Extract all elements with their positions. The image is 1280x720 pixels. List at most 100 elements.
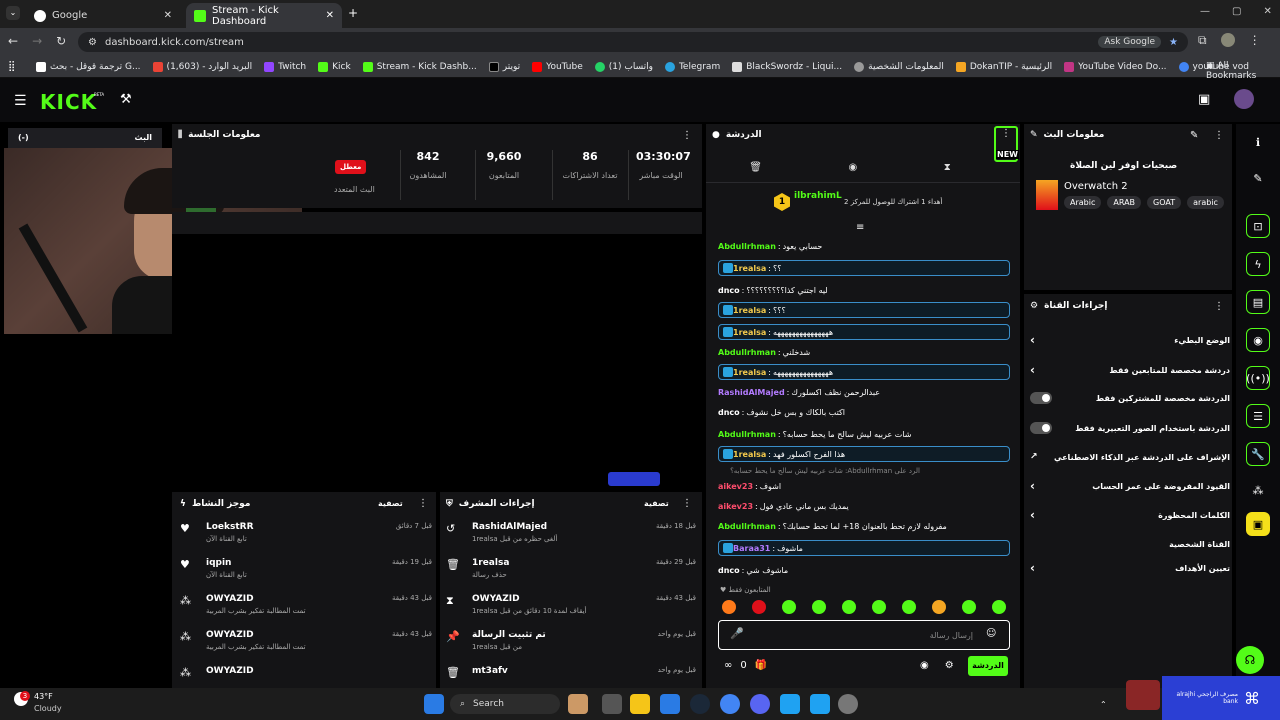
chat-username[interactable]: 1realsa <box>733 368 766 377</box>
chat-username[interactable]: RashidAlMajed <box>718 388 785 397</box>
chat-username[interactable]: Abdullrhman <box>718 522 776 531</box>
multistream-status-badge[interactable]: معطل <box>335 160 367 174</box>
document-icon[interactable]: ▤ <box>1246 290 1270 314</box>
bank-ad-banner[interactable]: مصرف الراجحي alrajhi bank ⌘ <box>1162 676 1280 720</box>
bookmark-item[interactable]: تويتر <box>488 61 520 72</box>
info-icon[interactable]: ℹ <box>1246 130 1270 154</box>
mod-menu-icon[interactable]: ⋮ <box>682 498 692 509</box>
chat-username[interactable]: Abdullrhman <box>718 430 776 439</box>
chat-input[interactable]: إرسال رسالة <box>718 620 1010 650</box>
row-name[interactable]: OWYAZID <box>206 630 392 640</box>
bookmark-item[interactable]: المعلومات الشخصية <box>854 61 944 72</box>
emote-icon[interactable] <box>722 600 736 614</box>
apps-icon[interactable]: ⣿ <box>8 61 15 72</box>
emoji-picker-icon[interactable]: ☺ <box>986 628 996 639</box>
hammer-icon[interactable]: ⚒ <box>120 92 132 107</box>
tab-kick-dashboard[interactable]: Stream - Kick Dashboard ✕ <box>186 3 342 28</box>
channel-action-row[interactable]: تعيين الأهداف › <box>1030 554 1230 582</box>
steam-icon[interactable] <box>690 694 710 714</box>
row-name[interactable]: iqpin <box>206 558 392 568</box>
site-info-icon[interactable]: ⚙ <box>88 37 97 48</box>
reload-icon[interactable]: ↻ <box>56 34 66 48</box>
emote-icon[interactable] <box>812 600 826 614</box>
chevron-right-icon[interactable]: › <box>1030 508 1035 522</box>
chat-username[interactable]: aikev23 <box>718 482 753 491</box>
maximize-icon[interactable]: ▢ <box>1232 6 1241 17</box>
chat-username[interactable]: aikev23 <box>718 502 753 511</box>
activity-menu-icon[interactable]: ⋮ <box>418 498 428 509</box>
expand-pinned-icon[interactable]: ≡ <box>856 222 864 233</box>
chevron-right-icon[interactable]: › <box>1030 561 1035 575</box>
windows-start-icon[interactable] <box>424 694 444 714</box>
pinned-username[interactable]: ilbrahimL <box>794 191 842 201</box>
lightning-icon[interactable]: ϟ <box>1246 252 1270 276</box>
bookmark-item[interactable]: YouTube <box>532 61 583 72</box>
sticker-icon[interactable]: ▣ <box>1246 512 1270 536</box>
emote-icon[interactable] <box>872 600 886 614</box>
emote-icon[interactable] <box>932 600 946 614</box>
toggle-switch[interactable] <box>1030 392 1052 404</box>
close-icon[interactable]: ✕ <box>164 10 172 21</box>
send-chat-button[interactable]: الدردشة <box>968 656 1008 676</box>
menu-icon[interactable]: ⋮ <box>1249 33 1261 48</box>
hourglass-icon[interactable]: ⧗ <box>944 162 951 173</box>
external-link-icon[interactable]: ↗ <box>1030 452 1038 462</box>
toggle-switch[interactable] <box>1030 422 1052 434</box>
taskbar-app-icon[interactable] <box>810 694 830 714</box>
forward-icon[interactable]: → <box>32 34 42 48</box>
chat-icon[interactable]: ◉ <box>848 162 857 173</box>
minimize-icon[interactable]: — <box>1200 6 1210 17</box>
layers-icon[interactable]: ☰ <box>1246 404 1270 428</box>
emote-icon[interactable] <box>992 600 1006 614</box>
taskbar-app-icon[interactable] <box>780 694 800 714</box>
bookmark-item[interactable]: Telegram <box>664 61 720 72</box>
row-name[interactable]: OWYAZID <box>206 594 392 604</box>
chat-username[interactable]: 1realsa <box>733 328 766 337</box>
extensions-icon[interactable]: ⧉ <box>1198 33 1207 48</box>
broadcast-icon[interactable]: ((•)) <box>1246 366 1270 390</box>
emote-icon[interactable] <box>962 600 976 614</box>
back-icon[interactable]: ← <box>8 34 18 48</box>
gift-icon[interactable]: 🎁 <box>755 660 767 671</box>
chrome-icon[interactable] <box>720 694 740 714</box>
chat-username[interactable]: dnco <box>718 286 740 295</box>
camera-scan-icon[interactable]: ⊡ <box>1246 214 1270 238</box>
chevron-right-icon[interactable]: › <box>1030 479 1035 493</box>
wrench-icon[interactable]: 🔧 <box>1246 442 1270 466</box>
chevron-right-icon[interactable]: › <box>1030 333 1035 347</box>
store-icon[interactable] <box>660 694 680 714</box>
taskbar-app-icon[interactable] <box>568 694 588 714</box>
emote-icon[interactable] <box>902 600 916 614</box>
taskbar-search[interactable]: ⌕ Search <box>450 694 560 714</box>
bookmark-star-icon[interactable]: ★ <box>1169 37 1178 48</box>
chat-username[interactable]: 1realsa <box>733 450 766 459</box>
microphone-icon[interactable]: 🎤 <box>730 627 744 640</box>
channel-action-row[interactable]: الوضع البطيء › <box>1030 326 1230 354</box>
bookmark-item[interactable]: DokanTIP - الرئيسية <box>955 61 1052 72</box>
camera-icon[interactable]: ▣ <box>1198 92 1210 107</box>
activity-filter-button[interactable]: تصفية <box>378 499 403 508</box>
channel-actions-menu-icon[interactable]: ⋮ <box>1214 301 1224 312</box>
bookmark-item[interactable]: YouTube Video Do... <box>1064 61 1167 72</box>
chevron-right-icon[interactable]: › <box>1030 363 1035 377</box>
bookmark-item[interactable]: واتساب (1) <box>594 61 653 72</box>
row-name[interactable]: mt3afv <box>472 666 658 676</box>
taskbar-app-icon[interactable] <box>602 694 622 714</box>
channel-action-row[interactable]: دردشة مخصصة للمتابعين فقط › <box>1030 356 1230 384</box>
chat-username[interactable]: 1realsa <box>733 264 766 273</box>
channel-action-row[interactable]: القيود المفروضة على عمر الحساب › <box>1030 472 1230 500</box>
nodes-icon[interactable]: ⁂ <box>1246 478 1270 502</box>
close-icon[interactable]: ✕ <box>326 10 334 21</box>
chat-username[interactable]: dnco <box>718 566 740 575</box>
row-name[interactable]: تم تثبيت الرسالة <box>472 630 658 640</box>
new-tab-icon[interactable]: + <box>348 6 358 20</box>
tag-chip[interactable]: arabic <box>1187 196 1224 209</box>
discord-icon[interactable] <box>750 694 770 714</box>
chat-username[interactable]: 1realsa <box>733 306 766 315</box>
user-avatar[interactable] <box>1234 89 1254 109</box>
chat-username[interactable]: Abdullrhman <box>718 348 776 357</box>
bookmark-item[interactable]: البريد الوارد - (1,603) <box>152 61 252 72</box>
profile-avatar[interactable] <box>1220 33 1235 47</box>
chat-icon[interactable]: ◉ <box>1246 328 1270 352</box>
channel-action-row[interactable]: الدردشة باستخدام الصور التعبيرية فقط <box>1030 414 1230 442</box>
